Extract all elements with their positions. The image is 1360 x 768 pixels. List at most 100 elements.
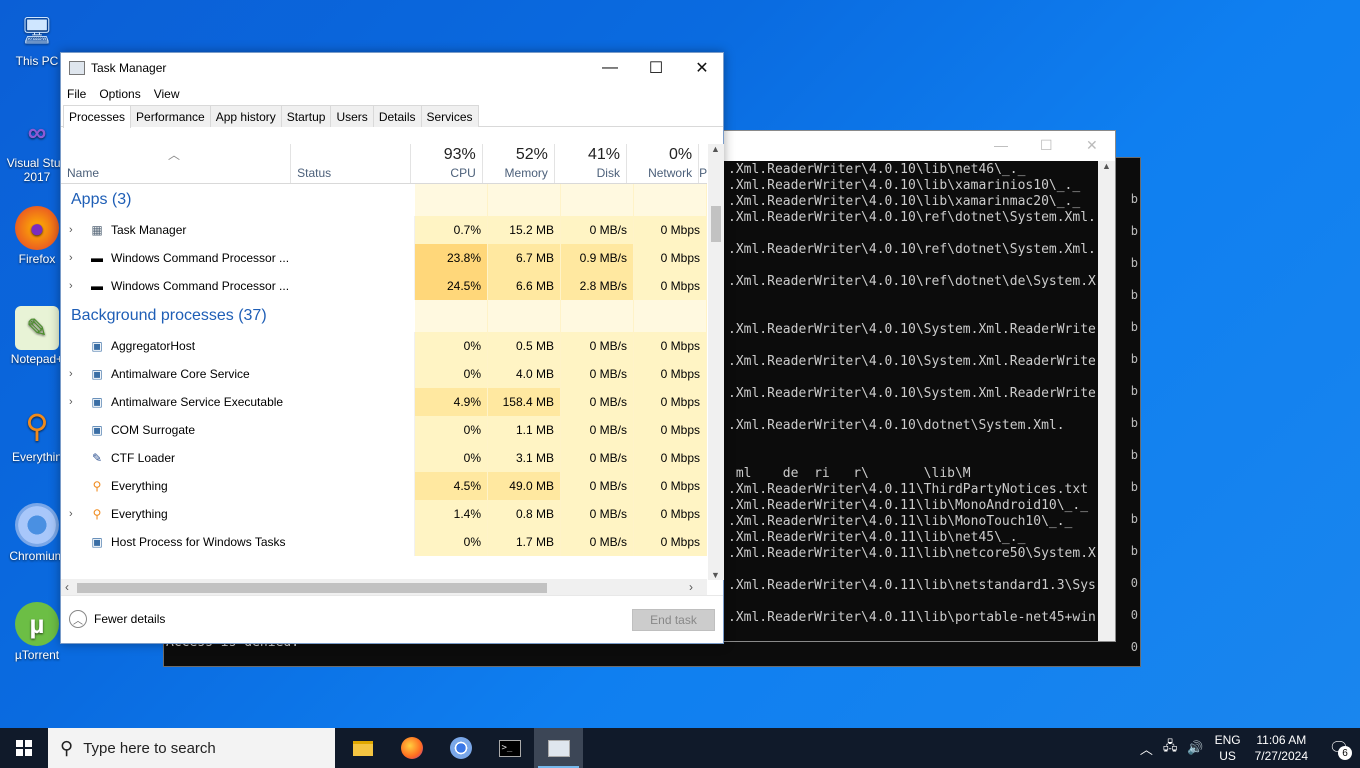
process-row[interactable]: ▣ COM Surrogate 0% 1.1 MB 0 MB/s 0 Mbps	[61, 416, 707, 444]
horizontal-scrollbar[interactable]: ‹ ›	[61, 579, 707, 596]
chevron-right-icon[interactable]: ›	[69, 252, 73, 264]
column-header-memory[interactable]: 52% Memory	[483, 144, 555, 183]
process-cpu-value: 0%	[415, 360, 488, 388]
process-row[interactable]: ⚲ Everything 4.5% 49.0 MB 0 MB/s 0 Mbps	[61, 472, 707, 500]
maximize-button[interactable]: ☐	[633, 53, 679, 83]
menu-view[interactable]: View	[154, 87, 180, 101]
tab-details[interactable]: Details	[372, 105, 422, 127]
taskbar-cmd[interactable]: >_	[485, 728, 534, 768]
group-cell	[415, 300, 488, 332]
process-row[interactable]: › ▬ Windows Command Processor ... 24.5% 6.6 …	[61, 272, 707, 300]
chevron-right-icon[interactable]: ›	[69, 224, 73, 236]
tab-performance[interactable]: Performance	[130, 105, 211, 127]
group-cell	[415, 184, 488, 216]
tab-app-history[interactable]: App history	[209, 105, 282, 127]
process-mem-value: 3.1 MB	[488, 444, 561, 472]
volume-icon[interactable]: 🔊	[1187, 740, 1203, 756]
column-header-network[interactable]: 0% Network	[627, 144, 700, 183]
process-row[interactable]: › ▣ Antimalware Core Service 0% 4.0 MB 0 MB/s…	[61, 360, 707, 388]
fewer-details-button[interactable]: ︿ Fewer details	[69, 610, 165, 628]
taskbar-firefox[interactable]	[387, 728, 436, 768]
tab-startup[interactable]: Startup	[280, 105, 332, 127]
chevron-right-icon[interactable]: ›	[69, 280, 73, 292]
maximize-icon[interactable]: ☐	[1040, 137, 1053, 154]
file-explorer-icon	[352, 740, 373, 756]
chevron-right-icon[interactable]: ›	[69, 368, 73, 380]
cmd-line	[728, 258, 1098, 274]
cmd-rear-char: b	[1130, 512, 1138, 526]
everything-icon: ⚲	[25, 408, 49, 444]
network-icon[interactable]: 🖧	[1163, 737, 1178, 759]
process-row[interactable]: ▣ Host Process for Windows Tasks 0% 1.7 MB 0…	[61, 528, 707, 556]
scroll-up-icon[interactable]: ▲	[711, 144, 720, 154]
column-header-power[interactable]: P	[699, 144, 707, 183]
menu-options[interactable]: Options	[99, 87, 140, 101]
scroll-down-icon[interactable]: ▼	[711, 570, 720, 580]
clock[interactable]: 11:06 AM 7/27/2024	[1255, 732, 1308, 764]
task-manager-window[interactable]: Task Manager — ☐ ✕ File Options View Pro…	[60, 52, 724, 644]
process-disk-value: 0 MB/s	[561, 444, 634, 472]
column-label: CPU	[450, 166, 476, 180]
column-label: Disk	[596, 166, 620, 180]
process-name: AggregatorHost	[111, 339, 196, 353]
minimize-icon[interactable]: —	[994, 137, 1008, 153]
process-row[interactable]: ▣ AggregatorHost 0% 0.5 MB 0 MB/s 0 Mbps	[61, 332, 707, 360]
column-header-cpu[interactable]: 93% CPU	[411, 144, 483, 183]
scroll-up-icon[interactable]: ▲	[1098, 161, 1115, 171]
cmd-rear-char: b	[1130, 224, 1138, 238]
minimize-button[interactable]: —	[587, 53, 633, 83]
group-header[interactable]: Background processes (37)	[61, 300, 707, 332]
column-header-status[interactable]: Status	[291, 144, 411, 183]
cmd-line	[728, 290, 1098, 306]
chevron-right-icon[interactable]: ›	[69, 508, 73, 520]
process-row[interactable]: › ▣ Antimalware Service Executable 4.9% 158.…	[61, 388, 707, 416]
taskbar-task-manager[interactable]	[534, 728, 583, 768]
tab-users[interactable]: Users	[330, 105, 374, 127]
end-task-button[interactable]: End task	[632, 609, 715, 631]
cmd-window[interactable]: — ☐ ✕ .Xml.ReaderWriter\4.0.10\lib\net46…	[723, 130, 1116, 642]
title-bar[interactable]: Task Manager — ☐ ✕	[61, 53, 723, 83]
process-row[interactable]: › ▦ Task Manager 0.7% 15.2 MB 0 MB/s 0 Mbps	[61, 216, 707, 244]
chevron-right-icon[interactable]: ›	[69, 396, 73, 408]
taskbar-chromium[interactable]	[436, 728, 485, 768]
menu-file[interactable]: File	[67, 87, 86, 101]
scrollbar-thumb[interactable]	[711, 206, 721, 242]
tab-services[interactable]: Services	[420, 105, 479, 127]
language-indicator[interactable]: ENG US	[1215, 732, 1241, 764]
taskbar-file-explorer[interactable]	[338, 728, 387, 768]
vertical-scrollbar[interactable]: ▲ ▼	[708, 144, 724, 580]
scrollbar-thumb[interactable]	[77, 583, 547, 593]
utorrent-icon: µ	[15, 602, 59, 646]
tab-processes[interactable]: Processes	[63, 105, 132, 128]
process-rows: Apps (3) › ▦ Task Manager 0.7% 15.2 MB 0 MB/s 0…	[61, 184, 707, 556]
column-label: Status	[297, 166, 332, 180]
cmd-titlebar[interactable]: — ☐ ✕	[724, 131, 1115, 161]
scroll-left-icon[interactable]: ‹	[65, 580, 69, 594]
search-box[interactable]: ⚲ Type here to search	[48, 728, 335, 768]
process-net-value: 0 Mbps	[634, 332, 707, 360]
action-center-button[interactable]: 🗨 6	[1318, 728, 1360, 768]
cmd-line	[728, 306, 1098, 322]
process-grid: ︿ Name Status 93% CPU 52% Memory 41% Dis…	[61, 144, 707, 580]
group-header[interactable]: Apps (3)	[61, 184, 707, 216]
close-button[interactable]: ✕	[679, 53, 725, 83]
process-row[interactable]: ✎ CTF Loader 0% 3.1 MB 0 MB/s 0 Mbps	[61, 444, 707, 472]
column-percent: 93%	[443, 146, 476, 163]
cmd-scrollbar[interactable]: ▲	[1098, 161, 1115, 641]
system-tray: ︿ 🖧 🔊 ENG US 11:06 AM 7/27/2024 🗨 6	[1135, 728, 1360, 768]
cmd-icon: >_	[498, 739, 521, 757]
close-icon[interactable]: ✕	[1086, 137, 1098, 154]
process-mem-value: 6.7 MB	[488, 244, 561, 272]
scroll-right-icon[interactable]: ›	[689, 580, 693, 594]
chevron-up-icon[interactable]: ︿	[1140, 739, 1153, 758]
column-header-disk[interactable]: 41% Disk	[555, 144, 627, 183]
start-button[interactable]	[0, 728, 48, 768]
process-row[interactable]: › ▬ Windows Command Processor ... 23.8% 6.7 …	[61, 244, 707, 272]
column-header-name[interactable]: Name	[61, 144, 292, 183]
ctf-loader-icon: ✎	[91, 451, 103, 465]
cmd-line: .Xml.ReaderWriter\4.0.10\ref\dotnet\de\S…	[728, 274, 1096, 289]
process-name: Windows Command Processor ...	[111, 279, 290, 293]
process-row[interactable]: › ⚲ Everything 1.4% 0.8 MB 0 MB/s 0 Mbps	[61, 500, 707, 528]
cmd-line: .Xml.ReaderWriter\4.0.10\lib\net46\_._	[728, 162, 1026, 177]
window-app-icon: ▣	[91, 367, 103, 381]
